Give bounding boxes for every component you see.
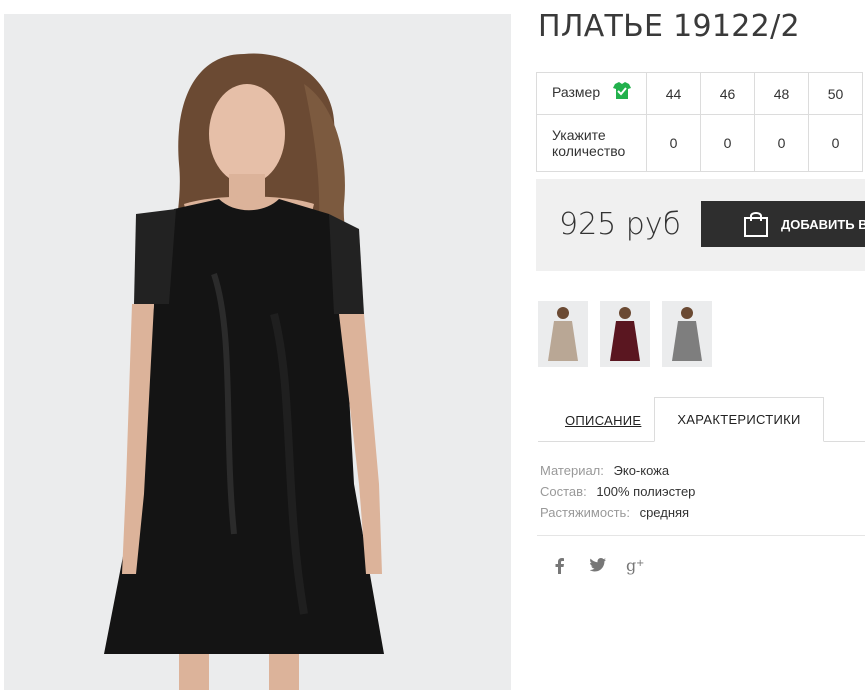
thumbnail-beige-image — [548, 307, 578, 361]
size-chart-icon[interactable] — [612, 81, 632, 103]
characteristics-list: Материал: Эко-кожа Состав: 100% полиэсте… — [540, 460, 695, 523]
size-48: 48 — [754, 72, 809, 115]
size-label-cell: Размер — [536, 72, 647, 115]
characteristic-value: 100% полиэстер — [596, 484, 696, 499]
main-product-image[interactable] — [4, 14, 511, 690]
quantity-label-line1: Укажите — [552, 127, 606, 143]
shopping-bag-icon — [743, 210, 769, 241]
quantity-label-cell: Укажите количество — [536, 114, 647, 172]
twitter-icon[interactable] — [589, 558, 606, 577]
product-tabs: ОПИСАНИЕ ХАРАКТЕРИСТИКИ — [538, 397, 865, 442]
characteristic-row: Растяжимость: средняя — [540, 502, 695, 523]
svg-text:g: g — [626, 557, 636, 575]
thumbnail-beige[interactable] — [538, 301, 588, 367]
thumbnail-grey[interactable] — [662, 301, 712, 367]
quantity-label-line2: количество — [552, 143, 626, 159]
product-page: ПЛАТЬЕ 19122/2 Размер 44 46 48 50 Укажит… — [0, 0, 865, 693]
size-50: 50 — [808, 72, 863, 115]
social-share: g + — [537, 535, 865, 595]
size-46: 46 — [700, 72, 755, 115]
svg-text:+: + — [636, 558, 644, 569]
size-table: Размер 44 46 48 50 Укажите количество 0 … — [536, 72, 863, 172]
add-to-cart-button[interactable]: ДОБАВИТЬ В — [701, 201, 865, 247]
characteristic-value: Эко-кожа — [613, 463, 670, 478]
product-photo-illustration — [104, 53, 384, 690]
thumbnail-burgundy[interactable] — [600, 301, 650, 367]
product-title: ПЛАТЬЕ 19122/2 — [538, 9, 800, 44]
characteristic-key: Растяжимость: — [540, 505, 630, 520]
characteristic-key: Материал: — [540, 463, 604, 478]
add-to-cart-label: ДОБАВИТЬ В — [781, 216, 865, 232]
facebook-icon[interactable] — [555, 558, 565, 579]
thumbnail-grey-image — [672, 307, 702, 361]
thumbnail-burgundy-image — [610, 307, 640, 361]
characteristic-row: Материал: Эко-кожа — [540, 460, 695, 481]
price-box: 925 руб ДОБАВИТЬ В — [536, 179, 865, 271]
product-price: 925 руб — [559, 207, 681, 242]
quantity-input-46[interactable]: 0 — [700, 114, 755, 172]
size-44: 44 — [646, 72, 701, 115]
characteristic-key: Состав: — [540, 484, 587, 499]
quantity-input-50[interactable]: 0 — [808, 114, 863, 172]
quantity-row: Укажите количество 0 0 0 0 — [536, 114, 863, 172]
google-plus-icon[interactable]: g + — [626, 556, 646, 580]
quantity-input-48[interactable]: 0 — [754, 114, 809, 172]
tab-description[interactable]: ОПИСАНИЕ — [565, 413, 641, 428]
quantity-input-44[interactable]: 0 — [646, 114, 701, 172]
size-label: Размер — [552, 84, 601, 101]
tab-characteristics[interactable]: ХАРАКТЕРИСТИКИ — [654, 397, 824, 442]
characteristic-row: Состав: 100% полиэстер — [540, 481, 695, 502]
characteristic-value: средняя — [639, 505, 690, 520]
size-row: Размер 44 46 48 50 — [536, 72, 863, 115]
